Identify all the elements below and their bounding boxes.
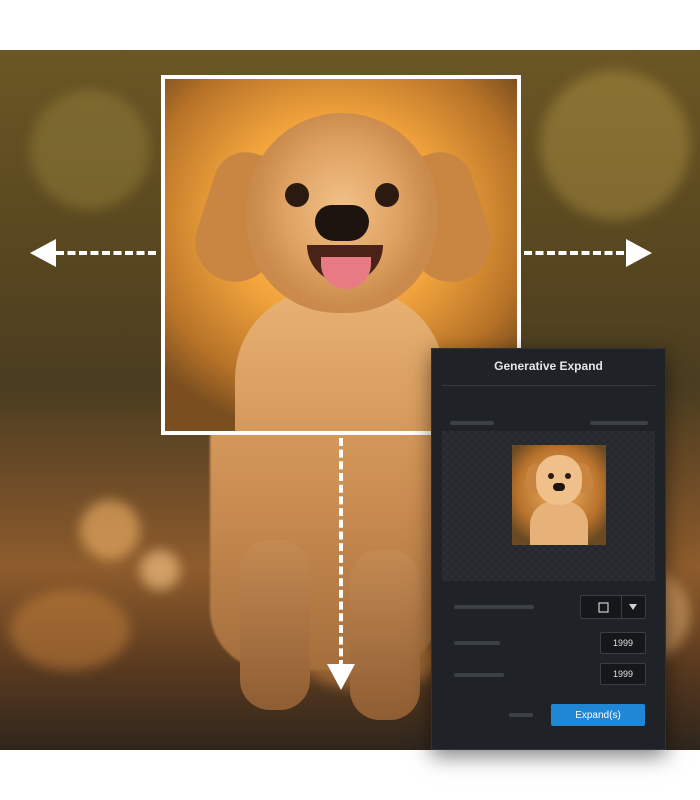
expand-down-line [339,438,343,668]
expand-right-line [524,251,624,255]
puppy-eye-left [285,183,309,207]
puppy-leg [350,550,420,720]
expand-left-line [56,251,156,255]
arrow-down-icon [327,664,355,690]
preview-thumbnail [512,445,606,545]
width-label [454,641,500,645]
aspect-ratio-label [454,605,534,609]
chevron-down-icon [621,596,644,618]
arrow-right-icon [626,239,652,267]
bokeh-light [80,500,140,560]
dialog-title: Generative Expand [494,359,603,373]
thumb-body [530,501,588,545]
dialog-divider [442,385,655,386]
puppy-nose [315,205,369,241]
thumb-nose [553,483,565,491]
bokeh-light [30,90,150,210]
square-icon [593,596,613,618]
puppy-leg [240,540,310,710]
puppy-head [247,113,437,313]
height-field[interactable]: 1999 [600,663,646,685]
thumb-eye-right [565,473,571,479]
arrow-left-icon [30,239,56,267]
bokeh-light [140,550,180,590]
puppy-tongue [321,257,371,289]
puppy-eye-right [375,183,399,207]
generative-expand-dialog[interactable]: Generative Expand 1999 1999 Expand(s) [431,348,666,750]
width-field[interactable]: 1999 [600,632,646,654]
expand-button[interactable]: Expand(s) [551,704,645,726]
aspect-ratio-select[interactable] [580,595,646,619]
thumb-head [536,455,582,505]
canvas-label-right [590,421,648,425]
thumb-eye-left [548,473,554,479]
bokeh-light [10,590,130,670]
height-label [454,673,504,677]
preview-canvas[interactable] [442,431,655,581]
reset-button[interactable] [500,707,542,723]
reset-label [509,713,533,717]
canvas-label-left [450,421,494,425]
bokeh-light [540,70,690,220]
